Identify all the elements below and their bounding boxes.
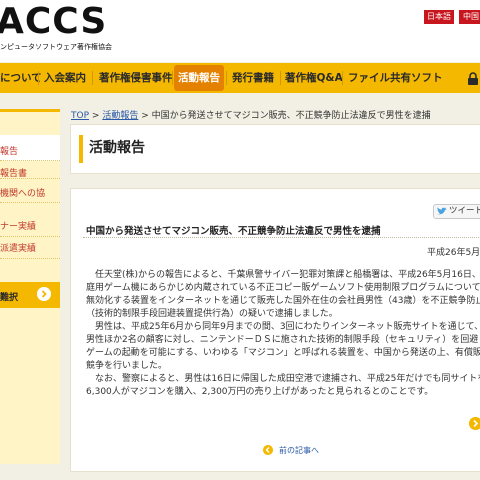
tweet-label: ツイート [449,206,480,216]
nav-item-about[interactable]: について [0,63,42,93]
prev-article-link[interactable]: 前の記事へ [279,445,319,456]
nav-item-activity-report[interactable]: 活動報告 [178,63,220,93]
arrow-right-circle-icon [37,287,51,301]
article-text-line: 庭用ゲーム機にあらかじめ内蔵されている不正コピー販ゲームソフト使用制限プログラム… [86,283,480,293]
nav-item-publications[interactable]: 発行書籍 [232,63,274,93]
logo-subtitle: ンピュータソフトウェア著作権協会 [0,43,112,51]
nav-item-membership[interactable]: 入会案内 [44,63,86,93]
archive-select-label: 難択 [0,293,19,303]
article-text-line: 男性は、平成25年6月から同年9月までの間、3回にわたりインターネット販売サイト… [86,322,480,332]
breadcrumb-current: 中国から発送させてマジコン販売、不正競争防止法違反で男性を逮捕 [151,111,431,121]
sidebar-divider [0,202,60,203]
breadcrumb: TOP > 活動報告 > 中国から発送させてマジコン販売、不正競争防止法違反で男… [71,108,431,121]
sidebar-divider [0,258,60,259]
nav-item-copyright-qa[interactable]: 著作権Q&A [285,63,343,93]
sidebar-item-report[interactable]: 報告 [0,144,60,157]
twitter-bird-icon [437,207,447,215]
lang-chinese-button[interactable]: 中国 [459,10,480,24]
sidebar-archive-select[interactable]: 難択 [0,282,60,308]
nav-item-infringement-cases[interactable]: 著作権侵害事件 [99,63,173,93]
tweet-button[interactable]: ツイート [433,204,480,219]
article-text-line: （技術的制限手段回避装置提供行為）の疑いで逮捕しました。 [86,309,338,319]
page-title: 活動報告 [89,140,145,156]
lock-icon[interactable] [466,72,480,86]
article-text-line: 無効化する装置をインターネットを通じて販売した国外在住の会社員男性（43歳）を不… [86,296,480,306]
nav-divider [280,71,281,85]
sidebar: 報告 報告書 機関への協 ナー実績 派遣実績 難択 [0,109,60,464]
sidebar-item-report-docs[interactable]: 報告書 [0,166,60,179]
title-divider [83,237,480,238]
site-logo[interactable]: ACCS [0,4,107,40]
nav-divider [92,71,93,85]
article-text-line: 男性ほか2名の顧客に対し、ニンテンドーＤＳに施された技術的制限手段（セキュリティ… [86,335,480,345]
article-text-line: 任天堂(株)からの報告によると、千葉県警サイバー犯罪対策課と船橋署は、平成26年… [86,270,480,280]
article-title: 中国から発送させてマジコン販売、不正競争防止法違反で男性を逮捕 [86,226,381,237]
breadcrumb-section-link[interactable]: 活動報告 [102,111,138,121]
sidebar-item-dispatch-record[interactable]: 派遣実績 [0,241,60,254]
nav-item-file-sharing[interactable]: ファイル共有ソフト [348,63,443,93]
page-title-box: 活動報告 [70,124,480,174]
article-text-line: なお、警察によると、男性は16日に帰国した成田空港で逮捕され、平成25年だけでも… [86,374,480,384]
sidebar-item-agency-cooperation[interactable]: 機関への協 [0,186,60,199]
breadcrumb-top-link[interactable]: TOP [71,111,89,121]
article-text-line: ゲームの起動を可能にする、いわゆる「マジコン」と呼ばれる装置を、中国から発送の上… [86,348,480,358]
sidebar-divider [0,236,60,237]
nav-divider [342,71,343,85]
sidebar-item-seminar-record[interactable]: ナー実績 [0,219,60,232]
nav-divider [226,71,227,85]
prev-arrow-icon [263,445,273,455]
title-accent-bar [79,135,83,163]
next-page-arrow-icon[interactable] [469,417,480,430]
main-nav: について 入会案内 著作権侵害事件 活動報告 発行書籍 著作権Q&A ファイル共… [0,63,480,93]
site-header: ACCS ンピュータソフトウェア著作権協会 日本語 中国 [0,0,480,62]
breadcrumb-separator: > [91,111,100,121]
article-panel: ツイート 中国から発送させてマジコン販売、不正競争防止法違反で男性を逮捕 平成2… [70,188,480,472]
breadcrumb-separator: > [141,111,149,121]
article-text-line: 競争を行いました。 [86,361,168,371]
article-date: 平成26年5月 [427,248,480,258]
article-text-line: 6,300人がマジコンを購入、2,300万円の売り上げがあったと見られるとのこと… [86,387,434,397]
lang-japanese-button[interactable]: 日本語 [424,10,454,24]
nav-divider [172,71,173,85]
nav-divider [38,71,39,85]
